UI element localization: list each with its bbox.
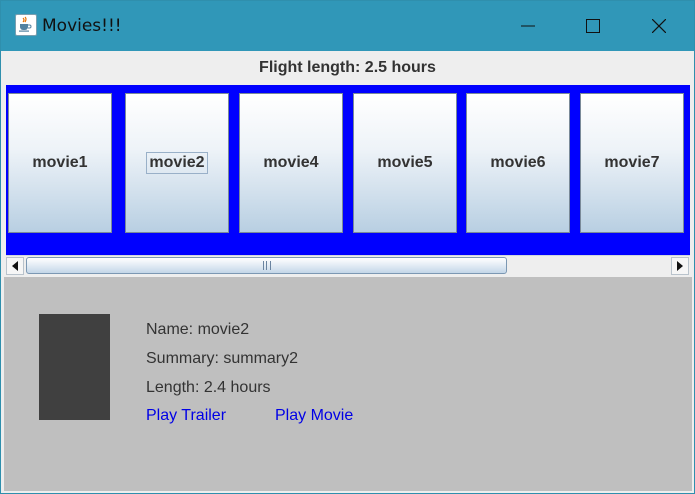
minimize-icon — [521, 25, 535, 27]
maximize-button[interactable] — [570, 1, 616, 51]
movie-summary: Summary: summary2 — [146, 350, 299, 367]
play-movie-link[interactable]: Play Movie — [275, 407, 353, 425]
movie-button-7[interactable]: movie7 — [580, 93, 684, 233]
flight-length-header: Flight length: 2.5 hours — [1, 51, 694, 84]
movie-button-label: movie5 — [377, 154, 433, 171]
movie-button-label: movie1 — [32, 154, 88, 171]
movie-length: Length: 2.4 hours — [146, 379, 271, 396]
window-title: Movies!!! — [42, 16, 122, 36]
movie-name: Name: movie2 — [146, 321, 250, 338]
movie-strip: movie1 movie2 movie4 movie5 movie6 movie… — [6, 85, 690, 255]
close-icon — [652, 19, 666, 33]
horizontal-scrollbar[interactable] — [6, 255, 690, 275]
movie-button-1[interactable]: movie1 — [8, 93, 112, 233]
maximize-icon — [586, 19, 600, 33]
movie-button-label: movie7 — [604, 154, 660, 171]
triangle-right-icon — [677, 261, 683, 271]
scroll-thumb[interactable] — [26, 257, 507, 274]
scroll-left-button[interactable] — [6, 257, 24, 275]
minimize-button[interactable] — [505, 1, 551, 51]
movie-button-6[interactable]: movie6 — [466, 93, 570, 233]
movie-button-5[interactable]: movie5 — [353, 93, 457, 233]
movie-poster — [39, 314, 110, 420]
movie-button-4[interactable]: movie4 — [239, 93, 343, 233]
close-button[interactable] — [636, 1, 682, 51]
play-trailer-link[interactable]: Play Trailer — [146, 407, 226, 425]
triangle-left-icon — [12, 261, 18, 271]
movie-details-panel: Name: movie2 Summary: summary2 Length: 2… — [4, 277, 692, 491]
grip-icon — [262, 261, 271, 270]
movie-button-label: movie2 — [146, 152, 208, 174]
movie-button-2[interactable]: movie2 — [125, 93, 229, 233]
title-bar[interactable]: Movies!!! — [1, 1, 694, 51]
java-cup-icon[interactable] — [15, 14, 37, 36]
app-window: Movies!!! Flight length: 2.5 hours movie… — [0, 0, 695, 494]
movie-button-label: movie6 — [490, 154, 546, 171]
scroll-right-button[interactable] — [671, 257, 689, 275]
movie-button-label: movie4 — [263, 154, 319, 171]
flight-length-label: Flight length: 2.5 hours — [259, 59, 436, 76]
